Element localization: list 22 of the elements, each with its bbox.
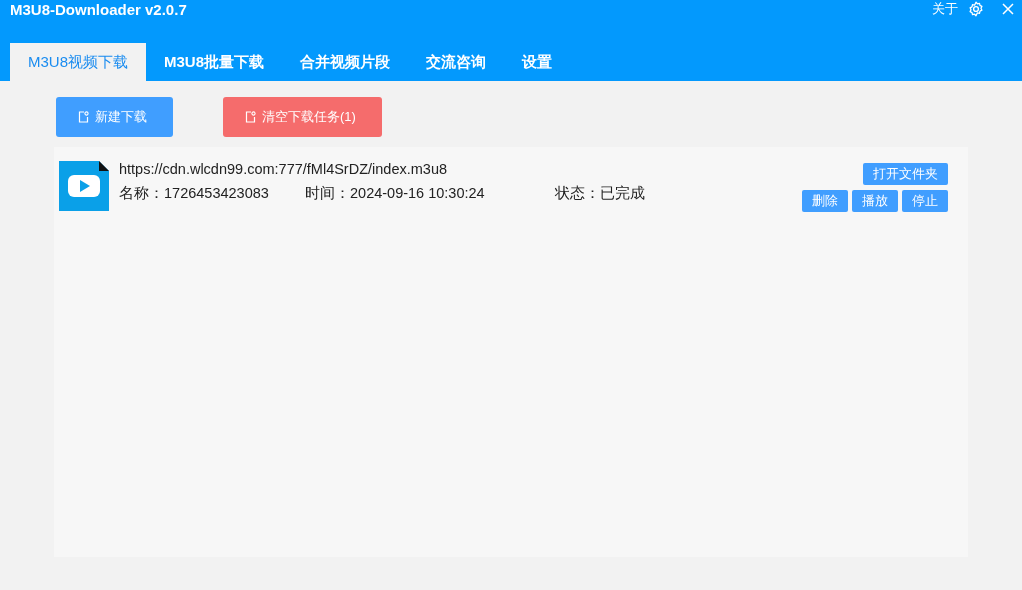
close-icon[interactable] (1002, 3, 1014, 15)
task-status: 状态：已完成 (555, 184, 645, 203)
about-link[interactable]: 关于 (932, 0, 958, 18)
tab[interactable]: 设置 (504, 43, 571, 81)
play-button[interactable]: 播放 (852, 190, 898, 212)
tab[interactable]: M3U8批量下载 (146, 43, 283, 81)
task-time: 时间：2024-09-16 10:30:24 (305, 184, 486, 203)
stop-button[interactable]: 停止 (902, 190, 948, 212)
settings-icon[interactable] (968, 1, 984, 17)
document-icon (245, 111, 256, 123)
delete-button[interactable]: 删除 (802, 190, 848, 212)
window-title: M3U8-Downloader v2.0.7 (10, 1, 187, 18)
new-download-button[interactable]: 新建下载 (56, 97, 173, 137)
video-file-icon (59, 161, 109, 211)
task-name: 名称：1726453423083 (119, 184, 270, 203)
tab[interactable]: M3U8视频下载 (10, 43, 146, 81)
open-folder-button[interactable]: 打开文件夹 (863, 163, 948, 185)
tab[interactable]: 合并视频片段 (282, 43, 409, 81)
tab[interactable]: 交流咨询 (408, 43, 505, 81)
document-icon (78, 111, 89, 123)
clear-tasks-button[interactable]: 清空下载任务(1) (223, 97, 382, 137)
task-url: https://cdn.wlcdn99.com:777/fMl4SrDZ/index.m3u8 (119, 161, 448, 177)
